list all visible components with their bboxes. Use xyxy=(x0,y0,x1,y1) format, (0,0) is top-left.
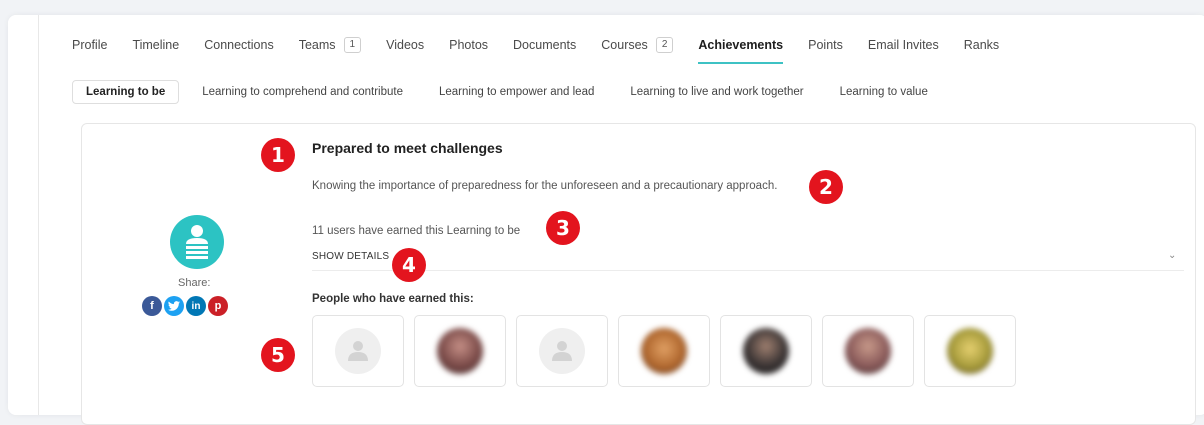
earner-card[interactable] xyxy=(618,315,710,387)
tab-teams[interactable]: Teams 1 xyxy=(298,37,362,53)
share-label: Share: xyxy=(178,277,211,289)
tab-label: Courses xyxy=(601,38,648,52)
show-details-link[interactable]: SHOW DETAILS xyxy=(312,251,389,262)
left-rail xyxy=(8,15,39,415)
linkedin-icon[interactable]: in xyxy=(186,296,206,316)
avatar xyxy=(845,328,891,374)
annotation-marker-1: 1 xyxy=(261,138,295,172)
tab-label: Profile xyxy=(72,38,108,52)
tab-label: Email Invites xyxy=(867,38,939,52)
tab-email-invites[interactable]: Email Invites xyxy=(868,38,939,52)
earned-count: 11 users have earned this Learning to be xyxy=(312,225,521,237)
subtab-learning-to-be[interactable]: Learning to be xyxy=(72,80,180,104)
facebook-icon[interactable]: f xyxy=(142,296,162,316)
achievement-description: Knowing the importance of preparedness f… xyxy=(312,180,778,192)
twitter-icon[interactable] xyxy=(164,296,184,316)
earner-card[interactable] xyxy=(822,315,914,387)
subtab-comprehend-contribute[interactable]: Learning to comprehend and contribute xyxy=(189,81,416,103)
tab-points[interactable]: Points xyxy=(808,38,843,52)
annotation-marker-3: 3 xyxy=(546,211,580,245)
tab-label: Documents xyxy=(513,38,577,52)
avatar-placeholder-icon xyxy=(335,328,381,374)
subtab-live-work-together[interactable]: Learning to live and work together xyxy=(617,81,816,103)
tab-profile[interactable]: Profile xyxy=(72,38,107,52)
tab-photos[interactable]: Photos xyxy=(449,38,488,52)
tab-label: Timeline xyxy=(132,38,180,52)
tab-label: Achievements xyxy=(698,38,784,52)
tab-label: Photos xyxy=(449,38,489,52)
annotation-marker-2: 2 xyxy=(809,170,843,204)
people-heading: People who have earned this: xyxy=(312,293,474,305)
avatar-placeholder-icon xyxy=(539,328,585,374)
divider xyxy=(312,270,1184,271)
tab-achievements[interactable]: Achievements xyxy=(698,38,784,64)
achievement-category-tabs: Learning to be Learning to comprehend an… xyxy=(72,80,951,104)
earners-list xyxy=(312,315,1026,387)
twitter-bird-icon xyxy=(168,301,180,311)
tab-videos[interactable]: Videos xyxy=(386,38,424,52)
avatar xyxy=(743,328,789,374)
avatar xyxy=(437,328,483,374)
avatar xyxy=(641,328,687,374)
pinterest-icon[interactable]: p xyxy=(208,296,228,316)
profile-nav: Profile Timeline Connections Teams 1 Vide… xyxy=(72,37,1024,64)
earner-card[interactable] xyxy=(924,315,1016,387)
tab-label: Connections xyxy=(204,38,274,52)
earner-card[interactable] xyxy=(312,315,404,387)
tab-courses[interactable]: Courses 2 xyxy=(601,37,674,53)
tab-label: Videos xyxy=(386,38,425,52)
share-icons: f in p xyxy=(142,296,230,316)
count-badge: 1 xyxy=(343,37,362,53)
annotation-marker-4: 4 xyxy=(392,248,426,282)
tab-timeline[interactable]: Timeline xyxy=(132,38,179,52)
achievement-badge-icon xyxy=(170,215,224,269)
achievement-title: Prepared to meet challenges xyxy=(312,140,503,156)
subtab-learning-to-value[interactable]: Learning to value xyxy=(827,81,941,103)
earner-card[interactable] xyxy=(414,315,506,387)
earner-card[interactable] xyxy=(516,315,608,387)
chevron-down-icon[interactable]: ⌄ xyxy=(1168,250,1176,261)
tab-label: Ranks xyxy=(963,38,1000,52)
tab-documents[interactable]: Documents xyxy=(513,38,576,52)
tab-label: Points xyxy=(808,38,843,52)
tab-label: Teams xyxy=(298,38,336,52)
annotation-marker-5: 5 xyxy=(261,338,295,372)
avatar xyxy=(947,328,993,374)
subtab-empower-lead[interactable]: Learning to empower and lead xyxy=(426,81,607,103)
tab-ranks[interactable]: Ranks xyxy=(964,38,999,52)
tab-connections[interactable]: Connections xyxy=(204,38,274,52)
person-icon xyxy=(186,225,208,259)
count-badge: 2 xyxy=(655,37,674,53)
earner-card[interactable] xyxy=(720,315,812,387)
